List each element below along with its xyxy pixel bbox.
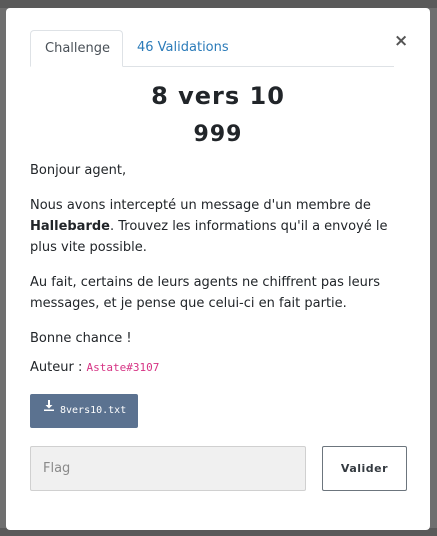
challenge-score: 999 [193,122,243,147]
flag-input[interactable] [30,446,306,491]
author-line: Auteur : Astate#3107 [30,360,159,375]
author-label: Auteur : [30,360,87,375]
submit-button[interactable]: Valider [322,446,407,491]
modal-tabs: Challenge 46 Validations [30,30,394,67]
description-paragraph-note: Au fait, certains de leurs agents ne chi… [30,275,380,311]
file-name: 8vers10.txt [60,405,127,416]
challenge-title: 8 vers 10 [151,82,285,110]
description-greeting: Bonjour agent, [30,163,127,178]
backdrop-top [0,0,437,8]
challenge-description: Bonjour agent, Nous avons intercepté un … [30,160,404,363]
description-bold-name: Hallebarde [30,219,110,234]
file-download-button[interactable]: 8vers10.txt [30,394,138,428]
tab-challenge[interactable]: Challenge [30,30,123,67]
author-link[interactable]: Astate#3107 [86,361,159,374]
description-paragraph-intercept: Nous avons intercepté un message d'un me… [30,195,404,258]
description-closing: Bonne chance ! [30,331,132,346]
tab-validations[interactable]: 46 Validations [123,30,243,66]
close-button[interactable]: × [394,32,408,50]
download-icon [44,392,54,426]
description-text: Nous avons intercepté un message d'un me… [30,198,371,213]
challenge-modal: Challenge 46 Validations × 8 vers 10 999… [6,8,430,530]
